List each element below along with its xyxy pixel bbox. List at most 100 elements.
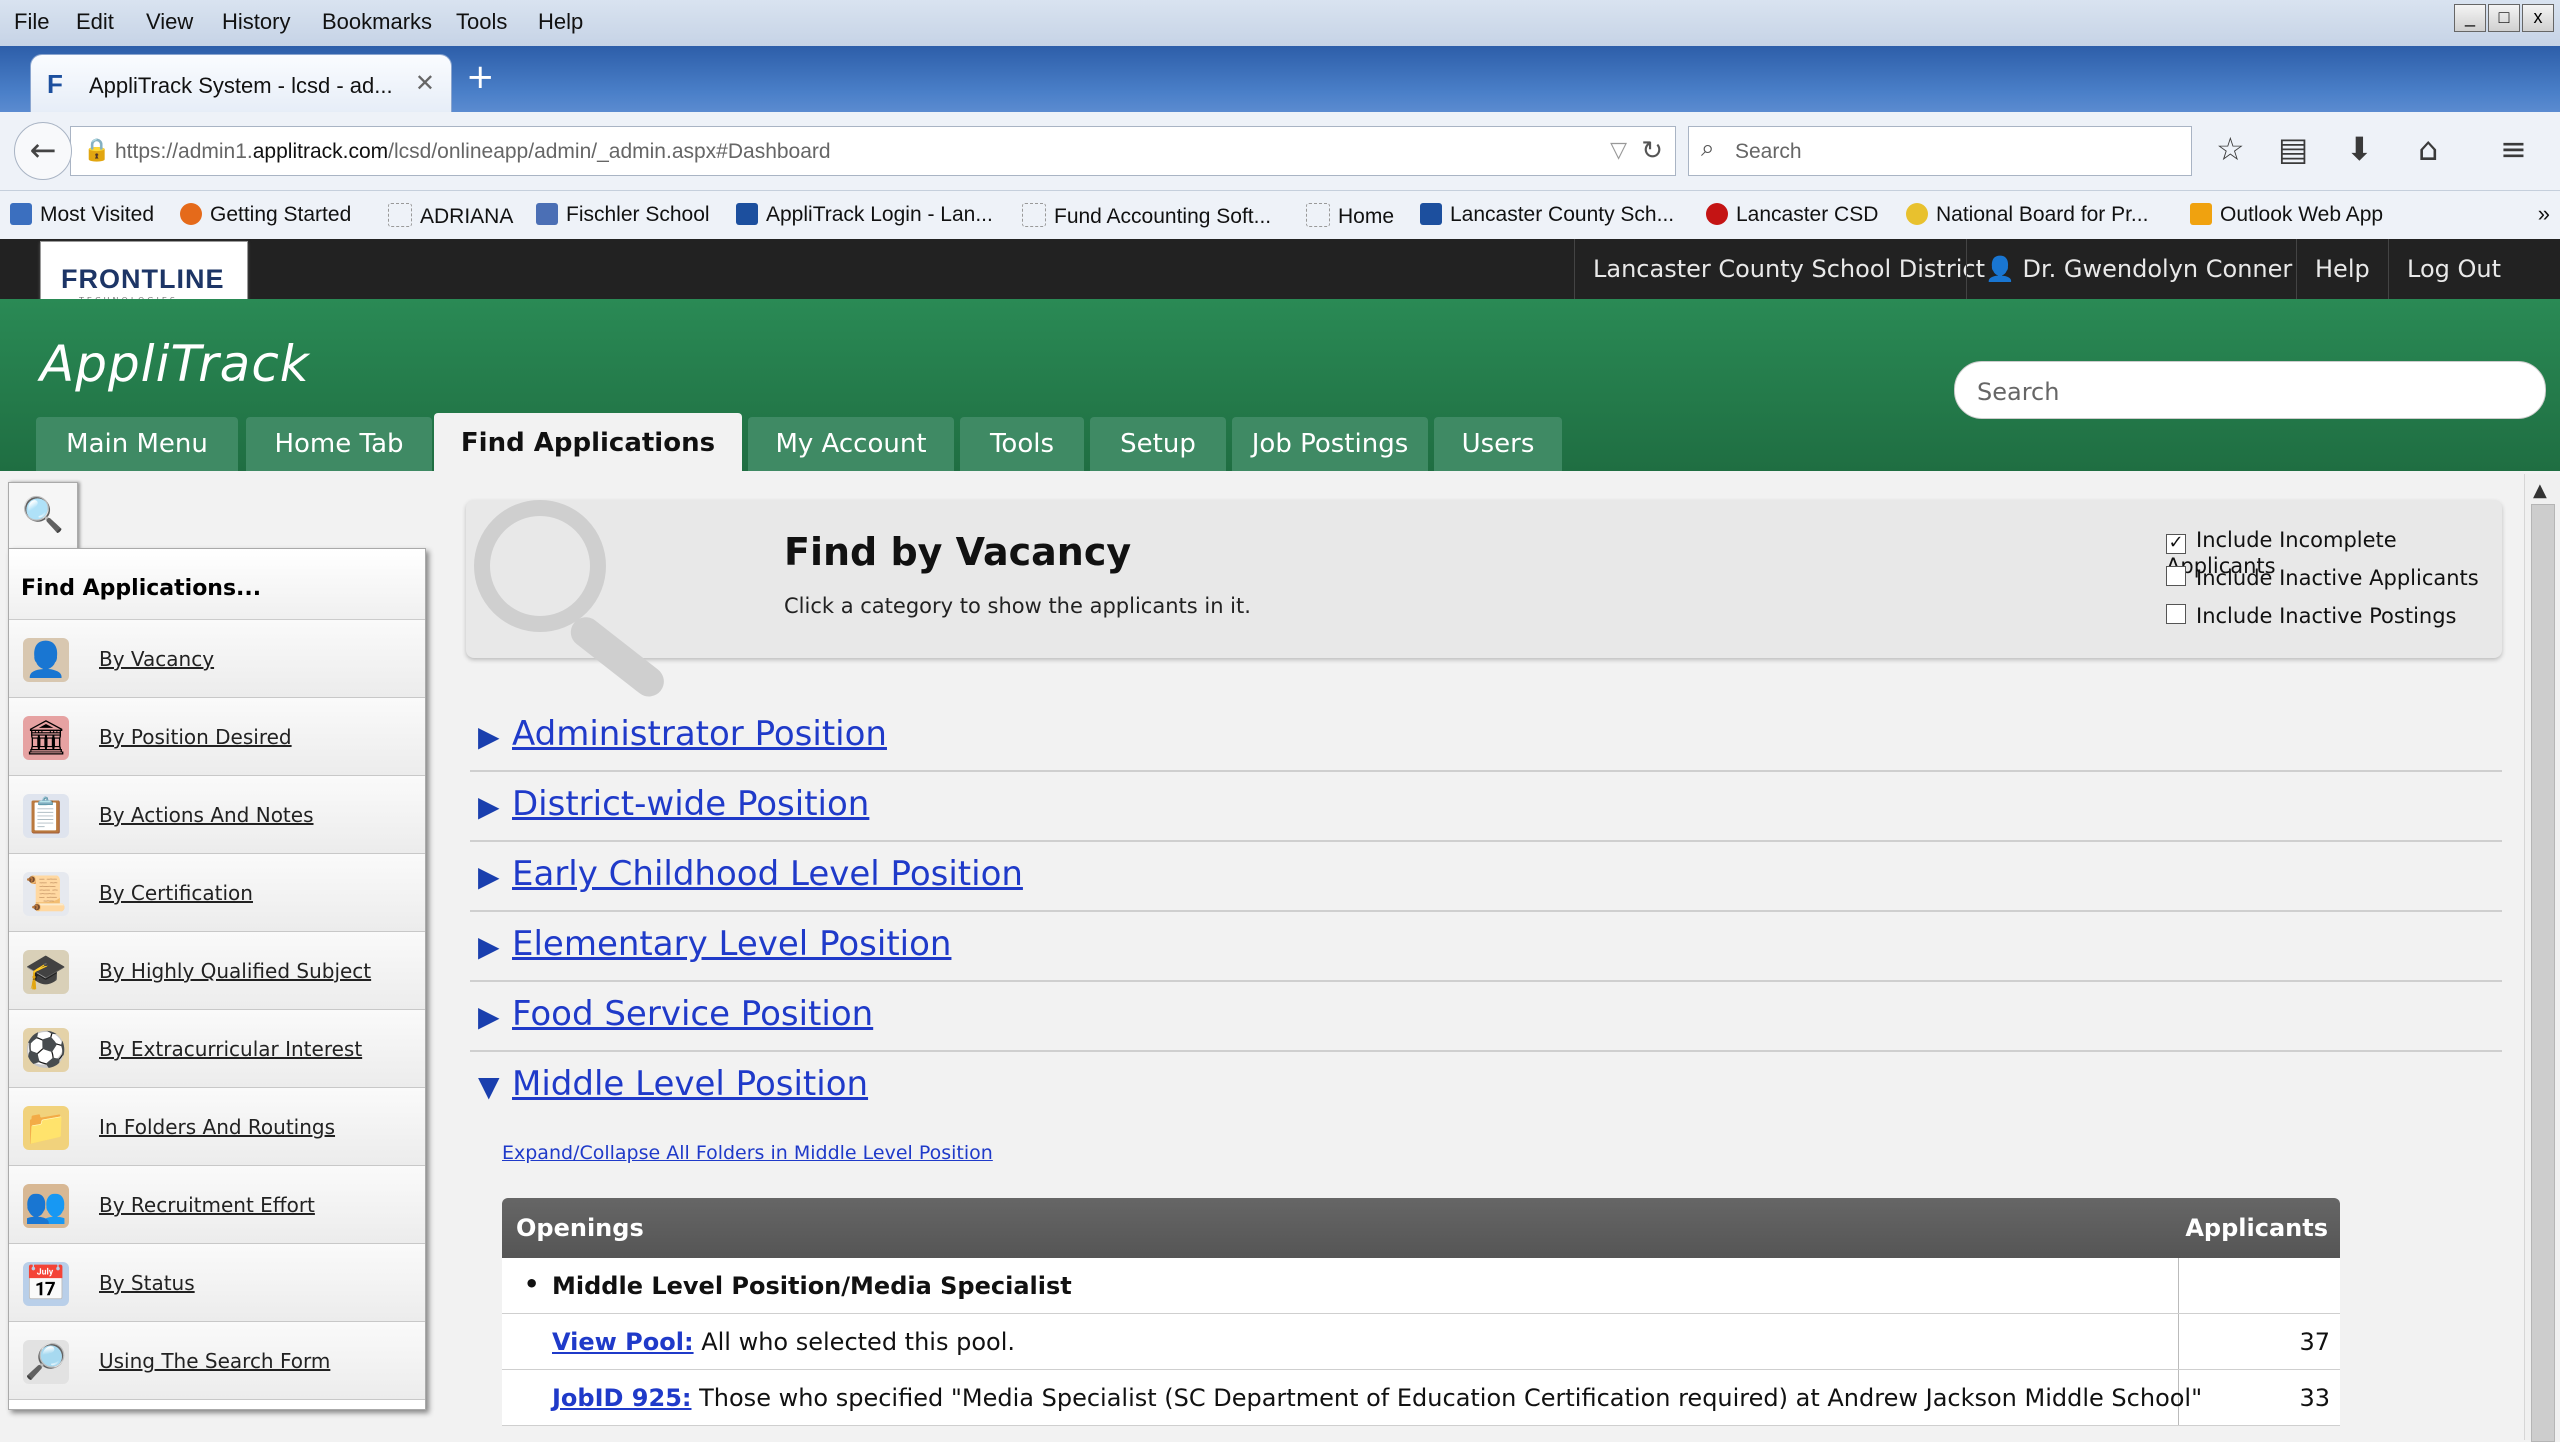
checkbox-unchecked-icon[interactable] xyxy=(2166,566,2186,586)
bookmark-lancaster-county[interactable]: Lancaster County Sch... xyxy=(1420,203,1674,227)
expand-collapse-all-link[interactable]: Expand/Collapse All Folders in Middle Le… xyxy=(502,1142,993,1164)
district-name[interactable]: Lancaster County School District xyxy=(1574,239,2003,299)
sidebar-item-by-recruitment[interactable]: 👥 By Recruitment Effort xyxy=(9,1166,425,1244)
job-id-link[interactable]: JobID 925: xyxy=(552,1384,692,1412)
view-pool-link[interactable]: View Pool: xyxy=(552,1328,694,1356)
sidebar-item-by-highly-qualified[interactable]: 🎓 By Highly Qualified Subject xyxy=(9,932,425,1010)
sidebar-item-in-folders[interactable]: 📁 In Folders And Routings xyxy=(9,1088,425,1166)
tab-my-account[interactable]: My Account xyxy=(748,417,954,471)
category-link[interactable]: District-wide Position xyxy=(512,784,869,824)
bookmark-national-board[interactable]: National Board for Pr... xyxy=(1906,203,2148,227)
tab-find-applications[interactable]: Find Applications xyxy=(434,413,742,471)
bookmark-lancaster-csd[interactable]: Lancaster CSD xyxy=(1706,203,1878,227)
category-food-service[interactable]: ▶ Food Service Position xyxy=(470,980,2502,1052)
menu-help[interactable]: Help xyxy=(538,9,583,35)
bookmark-applitrack-login[interactable]: AppliTrack Login - Lan... xyxy=(736,203,993,227)
minimize-button[interactable]: _ xyxy=(2454,4,2486,32)
close-tab-icon[interactable]: ✕ xyxy=(415,69,435,98)
sidebar-link-by-status[interactable]: By Status xyxy=(99,1271,195,1295)
sidebar-link-search-form[interactable]: Using The Search Form xyxy=(99,1349,330,1373)
tab-job-postings[interactable]: Job Postings xyxy=(1232,417,1428,471)
sidebar-item-by-certification[interactable]: 📜 By Certification xyxy=(9,854,425,932)
category-district-wide[interactable]: ▶ District-wide Position xyxy=(470,770,2502,842)
checkbox-checked-icon[interactable]: ✓ xyxy=(2166,534,2186,554)
expand-arrow-icon[interactable]: ▶ xyxy=(478,930,500,963)
sidebar-link-by-actions-notes[interactable]: By Actions And Notes xyxy=(99,803,314,827)
expand-arrow-icon[interactable]: ▶ xyxy=(478,860,500,893)
url-bar[interactable]: 🔒 https://admin1.applitrack.com/lcsd/onl… xyxy=(70,126,1676,176)
browser-search-input[interactable]: ⌕ Search xyxy=(1688,126,2192,176)
reading-list-icon[interactable]: ▤ xyxy=(2278,130,2308,168)
page-scrollbar[interactable]: ▲ xyxy=(2524,474,2560,1442)
menu-view[interactable]: View xyxy=(146,9,193,35)
include-inactive-applicants-checkbox[interactable]: Include Inactive Applicants xyxy=(2166,566,2479,590)
bookmarks-overflow-icon[interactable]: » xyxy=(2538,201,2550,227)
menu-hamburger-icon[interactable]: ≡ xyxy=(2500,130,2527,168)
menu-file[interactable]: File xyxy=(14,9,49,35)
tab-setup[interactable]: Setup xyxy=(1090,417,1226,471)
category-administrator[interactable]: ▶ Administrator Position xyxy=(470,700,2502,772)
bookmark-most-visited[interactable]: Most Visited xyxy=(10,203,154,227)
bookmark-fund-accounting[interactable]: Fund Accounting Soft... xyxy=(1022,203,1271,229)
tab-main-menu[interactable]: Main Menu xyxy=(36,417,238,471)
category-link[interactable]: Food Service Position xyxy=(512,994,873,1034)
new-tab-button[interactable]: + xyxy=(466,60,495,94)
expand-arrow-icon[interactable]: ▶ xyxy=(478,790,500,823)
checkbox-unchecked-icon[interactable] xyxy=(2166,604,2186,624)
sidebar-item-by-status[interactable]: 📅 By Status xyxy=(9,1244,425,1322)
category-elementary[interactable]: ▶ Elementary Level Position xyxy=(470,910,2502,982)
url-dropdown-icon[interactable]: ▽ xyxy=(1610,137,1627,163)
sidebar-link-by-extracurricular[interactable]: By Extracurricular Interest xyxy=(99,1037,362,1061)
sidebar-link-by-certification[interactable]: By Certification xyxy=(99,881,253,905)
app-search-input[interactable]: Search xyxy=(1954,361,2546,419)
bookmark-home[interactable]: Home xyxy=(1306,203,1394,229)
menu-history[interactable]: History xyxy=(222,9,290,35)
sidebar-item-by-vacancy[interactable]: 👤 By Vacancy xyxy=(9,620,425,698)
include-inactive-postings-checkbox[interactable]: Include Inactive Postings xyxy=(2166,604,2456,628)
collapse-arrow-icon[interactable]: ▼ xyxy=(478,1070,500,1103)
star-bookmark-icon[interactable]: ☆ xyxy=(2216,130,2245,168)
category-link[interactable]: Middle Level Position xyxy=(512,1064,868,1104)
tab-home[interactable]: Home Tab xyxy=(246,417,432,471)
sidebar-link-by-position-desired[interactable]: By Position Desired xyxy=(99,725,292,749)
sidebar-link-in-folders[interactable]: In Folders And Routings xyxy=(99,1115,335,1139)
column-header-openings[interactable]: Openings xyxy=(516,1214,644,1242)
category-early-childhood[interactable]: ▶ Early Childhood Level Position xyxy=(470,840,2502,912)
bookmark-outlook[interactable]: Outlook Web App xyxy=(2190,203,2383,227)
sidebar-link-by-recruitment[interactable]: By Recruitment Effort xyxy=(99,1193,315,1217)
column-header-applicants[interactable]: Applicants xyxy=(2185,1214,2328,1242)
close-window-button[interactable]: x xyxy=(2522,4,2554,32)
home-icon[interactable]: ⌂ xyxy=(2418,130,2438,168)
download-icon[interactable]: ⬇ xyxy=(2346,130,2373,168)
sidebar-search-tab[interactable]: 🔍 xyxy=(8,482,78,551)
scrollbar-thumb[interactable] xyxy=(2531,504,2555,1442)
expand-arrow-icon[interactable]: ▶ xyxy=(478,1000,500,1033)
menu-bookmarks[interactable]: Bookmarks xyxy=(322,9,432,35)
tab-tools[interactable]: Tools xyxy=(960,417,1084,471)
bookmark-getting-started[interactable]: Getting Started xyxy=(180,203,351,227)
menu-edit[interactable]: Edit xyxy=(76,9,114,35)
bookmark-adriana[interactable]: ADRIANA xyxy=(388,203,513,229)
browser-tab-active[interactable]: F AppliTrack System - lcsd - ad... ✕ xyxy=(30,54,452,113)
sidebar-item-search-form[interactable]: 🔎 Using The Search Form xyxy=(9,1322,425,1400)
scroll-up-icon[interactable]: ▲ xyxy=(2533,480,2547,501)
maximize-button[interactable]: □ xyxy=(2488,4,2520,32)
expand-arrow-icon[interactable]: ▶ xyxy=(478,720,500,753)
category-middle-level[interactable]: ▼ Middle Level Position xyxy=(470,1050,2502,1120)
bookmark-fischler[interactable]: Fischler School xyxy=(536,203,710,227)
logout-link[interactable]: Log Out xyxy=(2388,239,2519,299)
tab-users[interactable]: Users xyxy=(1434,417,1562,471)
sidebar-link-by-vacancy[interactable]: By Vacancy xyxy=(99,647,214,671)
category-link[interactable]: Elementary Level Position xyxy=(512,924,951,964)
category-link[interactable]: Early Childhood Level Position xyxy=(512,854,1023,894)
help-link[interactable]: Help xyxy=(2296,239,2388,299)
sidebar-link-by-highly-qualified[interactable]: By Highly Qualified Subject xyxy=(99,959,371,983)
menu-tools[interactable]: Tools xyxy=(456,9,507,35)
back-button[interactable]: ← xyxy=(14,122,72,180)
sidebar-item-by-extracurricular[interactable]: ⚽ By Extracurricular Interest xyxy=(9,1010,425,1088)
sidebar-item-by-position-desired[interactable]: 🏛 By Position Desired xyxy=(9,698,425,776)
sidebar-item-by-actions-notes[interactable]: 📋 By Actions And Notes xyxy=(9,776,425,854)
reload-icon[interactable]: ↻ xyxy=(1641,135,1663,166)
category-link[interactable]: Administrator Position xyxy=(512,714,887,754)
user-menu[interactable]: 👤 Dr. Gwendolyn Conner xyxy=(1966,239,2310,299)
